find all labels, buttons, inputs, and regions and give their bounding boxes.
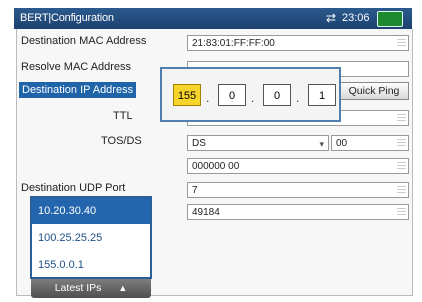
battery-icon [377,11,403,27]
dest-mac-label: Destination MAC Address [21,35,147,47]
resolve-mac-label: Resolve MAC Address [21,61,132,73]
latest-ips-tab-label: Latest IPs [54,282,102,294]
ip-octet-2[interactable]: 0 [218,84,246,106]
ip-octet-4[interactable]: 1 [308,84,336,106]
field-grip-icon [397,114,406,122]
latest-ip-item[interactable]: 10.20.30.40 [32,198,150,224]
dest-mac-field[interactable]: 21:83:01:FF:FF:00 [187,35,409,51]
field-grip-icon [397,39,406,47]
tos-value-field[interactable]: 00 [331,135,409,151]
source-port-field[interactable]: 49184 [187,204,409,220]
quick-ping-button[interactable]: Quick Ping [339,82,409,100]
tos-label: TOS/DS [101,135,142,147]
chevron-up-icon: ▲ [118,283,128,293]
field-grip-icon [397,162,406,170]
tos-value-text: 00 [336,138,348,149]
ip-octet-3[interactable]: 0 [263,84,291,106]
ip-address-editor: 155 . 0 . 0 . 1 [160,67,341,122]
title-bar: BERT|Configuration ⇄ 23:06 [14,8,412,29]
octet-separator: . [296,91,300,105]
tos-bits-value: 000000 00 [192,161,240,172]
usb-connection-icon: ⇄ [326,11,337,25]
bert-configuration-screen: BERT|Configuration ⇄ 23:06 Destination M… [0,0,422,302]
latest-ips-list: 10.20.30.40 100.25.25.25 155.0.0.1 [30,196,152,279]
tos-bits-field[interactable]: 000000 00 [187,158,409,174]
octet-separator: . [251,91,255,105]
field-grip-icon [397,208,406,216]
field-grip-icon [397,139,406,147]
tos-type-select[interactable]: DS ▾ [187,135,329,151]
ip-octet-1[interactable]: 155 [173,84,201,106]
latest-ip-item[interactable]: 155.0.0.1 [32,252,150,278]
tos-type-value: DS [192,138,206,149]
window-title: BERT|Configuration [20,12,114,24]
field-grip-icon [397,186,406,194]
latest-ip-item[interactable]: 100.25.25.25 [32,225,150,251]
dest-mac-value: 21:83:01:FF:FF:00 [192,38,275,49]
udp-port-value: 7 [192,185,198,196]
source-port-value: 49184 [192,207,220,218]
chevron-down-icon: ▾ [319,139,324,149]
ttl-label: TTL [113,110,133,122]
udp-port-field[interactable]: 7 [187,182,409,198]
clock-time: 23:06 [342,12,370,24]
octet-separator: . [206,91,210,105]
udp-port-label: Destination UDP Port [21,182,126,194]
latest-ips-tab[interactable]: Latest IPs ▲ [31,279,151,298]
dest-ip-label[interactable]: Destination IP Address [19,82,137,98]
